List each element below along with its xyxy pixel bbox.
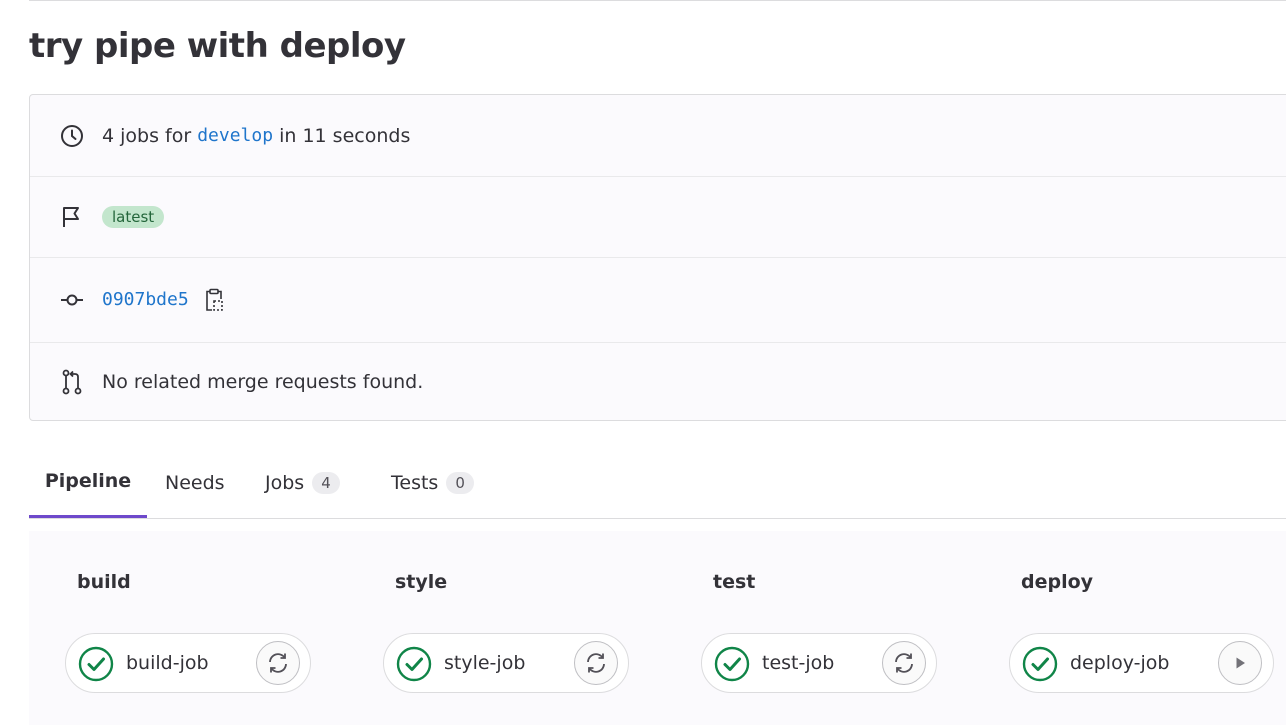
commit-info: 0907bde5 [102, 288, 225, 312]
job-deploy-job[interactable]: deploy-job [1009, 633, 1274, 693]
pipeline-info-panel: 4 jobs for develop in 11 seconds latest … [29, 94, 1286, 421]
latest-badge: latest [102, 205, 165, 228]
check-circle-icon [714, 646, 750, 682]
job-style-job[interactable]: style-job [383, 633, 629, 693]
check-circle-icon [78, 646, 114, 682]
stage-name: deploy [1021, 571, 1094, 593]
stage-name: style [395, 571, 448, 593]
top-divider [29, 0, 1286, 1]
play-icon[interactable] [1218, 641, 1262, 685]
branch-link[interactable]: develop [197, 125, 273, 146]
flag-icon [60, 205, 84, 229]
tab-jobs[interactable]: Jobs 4 [265, 447, 340, 518]
page-title: try pipe with deploy [29, 26, 406, 66]
jobs-summary-row: 4 jobs for develop in 11 seconds [30, 95, 1286, 177]
job-build-job[interactable]: build-job [65, 633, 311, 693]
tab-tests[interactable]: Tests 0 [391, 447, 474, 518]
check-circle-icon [1022, 646, 1058, 682]
retry-icon[interactable] [574, 641, 618, 685]
tab-needs-label: Needs [165, 471, 225, 494]
commit-row: 0907bde5 [30, 257, 1286, 343]
jobs-count-text: 4 jobs for [102, 124, 192, 147]
job-name: deploy-job [1070, 652, 1170, 674]
tab-tests-label: Tests [391, 471, 439, 494]
job-name: build-job [126, 652, 209, 674]
check-circle-icon [396, 646, 432, 682]
job-name: style-job [444, 652, 526, 674]
merge-requests-row: No related merge requests found. [30, 342, 1286, 422]
retry-icon[interactable] [256, 641, 300, 685]
tab-tests-count: 0 [446, 471, 474, 494]
badges-row: latest [30, 176, 1286, 258]
retry-icon[interactable] [882, 641, 926, 685]
merge-requests-text: No related merge requests found. [102, 371, 424, 393]
copy-clipboard-icon[interactable] [203, 288, 225, 312]
tab-pipeline-label: Pipeline [44, 470, 132, 492]
tab-pipeline[interactable]: Pipeline [29, 447, 147, 518]
pipeline-tabs: Pipeline Needs Jobs 4 Tests 0 [29, 447, 1286, 519]
commit-sha-link[interactable]: 0907bde5 [102, 289, 189, 310]
commit-icon [60, 288, 84, 312]
merge-request-icon [60, 369, 84, 395]
stage-name: test [713, 571, 756, 593]
job-name: test-job [762, 652, 835, 674]
tab-jobs-label: Jobs [265, 471, 305, 494]
badges: latest [102, 205, 165, 228]
clock-icon [60, 124, 84, 148]
jobs-summary: 4 jobs for develop in 11 seconds [102, 125, 410, 147]
pipeline-graph: build build-job style style-job test tes… [29, 531, 1286, 725]
duration-text: in 11 seconds [279, 124, 411, 147]
tab-jobs-count: 4 [312, 471, 340, 494]
job-test-job[interactable]: test-job [701, 633, 937, 693]
stage-name: build [77, 571, 131, 593]
tab-needs[interactable]: Needs [165, 447, 225, 518]
